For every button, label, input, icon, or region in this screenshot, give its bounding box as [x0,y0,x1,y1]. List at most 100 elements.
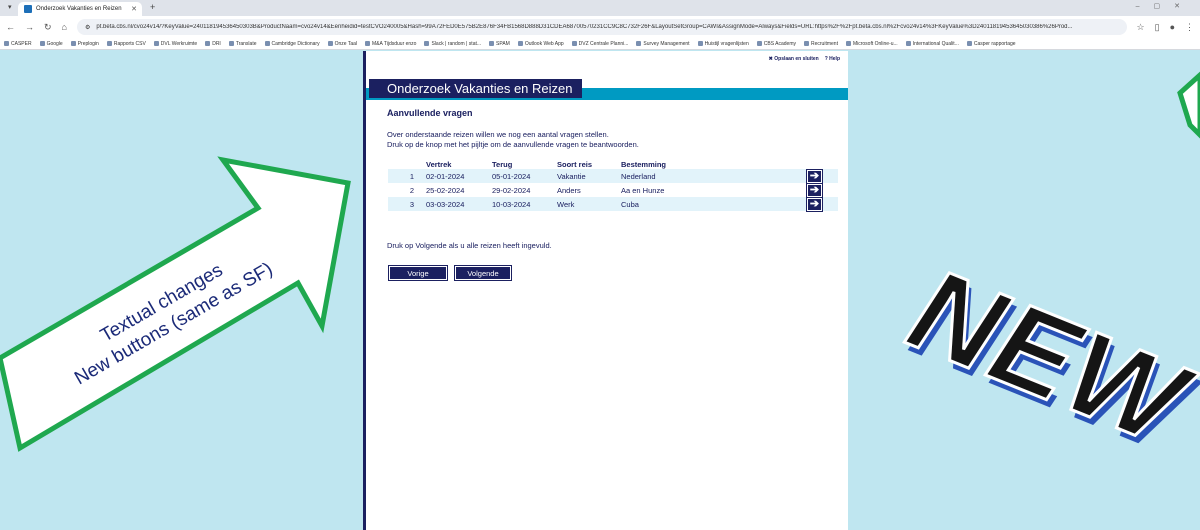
close-tab-icon[interactable]: ✕ [131,5,137,13]
bookmark-item[interactable]: Google [39,41,63,47]
browser-tab[interactable]: Onderzoek Vakanties en Reizen ✕ [18,2,142,16]
bookmark-label: Recruitment [811,40,838,47]
bookmark-favicon-icon [804,41,809,46]
bookmark-favicon-icon [489,41,495,46]
bookmark-item[interactable]: Huistijl vragenlijsten [697,41,749,47]
bookmark-label: DRI [212,40,221,47]
bookmark-item[interactable]: SPAM [489,41,510,47]
bookmark-label: DVL Werkruimte [160,40,198,47]
annotation-line-2: New buttons (same as SF) [71,258,277,390]
bookmark-item[interactable]: DRI [205,41,221,47]
bookmark-favicon-icon [636,41,642,46]
bookmark-item[interactable]: DVL Werkruimte [153,40,198,47]
bookmark-favicon-icon [4,41,9,46]
bookmark-label: Onze Taal [334,40,357,47]
bookmark-item[interactable]: Casper rapportage [966,41,1016,47]
cell-terug: 10-03-2024 [492,197,557,211]
cell-soort-reis: Anders [557,183,621,197]
arrow-right-icon[interactable]: ➔ [806,168,823,184]
bookmark-item[interactable]: Rapports CSV [106,41,146,47]
bookmark-item[interactable]: Slack | random | stat... [424,41,481,47]
help-link[interactable]: ? Help [825,56,840,62]
bookmark-item[interactable]: DVZ Centrale Planni... [571,41,628,47]
bookmark-favicon-icon [153,41,159,46]
intro-line-2: Druk op de knop met het pijltje om de aa… [387,140,639,149]
forward-icon[interactable]: → [25,22,34,32]
trips-table: Vertrek Terug Soort reis Bestemming 1 02… [388,160,838,212]
save-and-close-link[interactable]: ✖ Opslaan en sluiten [769,56,819,62]
annotation-line-1: Textual changes [97,259,227,347]
address-bar[interactable]: ⚙ pt.beta.cbs.nl/cvo24v14/?KeyValue=2401… [76,19,1127,35]
site-info-icon[interactable]: ⚙ [85,24,90,31]
bookmark-label: Preplogin [77,40,99,47]
back-icon[interactable]: ← [6,22,15,32]
bookmark-item[interactable]: Survey Management [636,40,690,47]
cell-vertrek: 25-02-2024 [426,183,492,197]
bookmark-item[interactable]: CBS Academy [756,41,796,47]
bookmark-label: International Qualit... [912,40,959,47]
intro-block: Aanvullende vragen Over onderstaande rei… [387,108,837,150]
bookmark-favicon-icon [517,41,523,46]
bookmark-item[interactable]: Preplogin [70,40,99,47]
cell-action: ➔ [806,168,838,184]
bookmark-favicon-icon [264,41,270,46]
bookmark-item[interactable]: M&A Tijdsduur enzo [365,41,416,47]
table-row: 2 25-02-2024 29-02-2024 Anders Aa en Hun… [388,182,838,198]
new-label: NEW [891,242,1200,473]
address-url[interactable]: pt.beta.cbs.nl/cvo24v14/?KeyValue=240118… [96,24,1072,30]
new-tab-icon[interactable]: + [150,2,155,12]
bookmark-item[interactable]: Outlook Web App [517,40,564,47]
bookmark-item[interactable]: Translate [228,40,257,47]
bookmark-favicon-icon [845,41,851,46]
arrow-right-icon[interactable]: ➔ [806,182,823,198]
section-title: Aanvullende vragen [387,108,473,118]
window-controls[interactable]: –▢✕ [1136,2,1194,10]
col-terug: Terug [492,160,513,169]
bookmark-item[interactable]: International Qualit... [905,40,959,47]
bookmark-item[interactable]: Cambridge Dictionary [264,40,320,47]
top-navigation: ✖ Opslaan en sluiten ? Help [769,56,840,62]
reload-icon[interactable]: ↻ [44,22,52,33]
bookmark-favicon-icon [756,41,762,46]
bookmark-favicon-icon [697,41,703,46]
next-button[interactable]: Volgende [454,265,512,281]
sidepanel-icon[interactable]: ▯ [1155,22,1160,33]
cbs-favicon-icon [24,5,32,13]
bookmark-label: Translate [235,40,257,47]
bookmark-item[interactable]: CASPER [4,41,32,47]
navigation-buttons: Vorige Volgende [388,265,512,281]
previous-button[interactable]: Vorige [388,265,448,281]
home-icon[interactable]: ⌂ [62,22,67,32]
profile-icon[interactable]: ● [1170,22,1175,32]
bookmark-star-icon[interactable]: ☆ [1137,22,1145,33]
bookmark-favicon-icon [905,41,911,46]
col-number [388,160,426,169]
bookmark-label: M&A Tijdsduur enzo [372,40,417,47]
col-bestemming: Bestemming [621,160,667,169]
intro-line-1: Over onderstaande reizen willen we nog e… [387,130,609,139]
cell-action: ➔ [806,182,838,198]
bookmark-label: Cambridge Dictionary [271,40,320,47]
bookmark-item[interactable]: Recruitment [804,41,838,47]
cell-vertrek: 02-01-2024 [426,169,492,183]
bookmark-favicon-icon [365,41,370,46]
cell-vertrek: 03-03-2024 [426,197,492,211]
bookmarks-bar: CASPER Google Preplogin Rapports CSV DVL Wer… [0,38,1200,50]
bookmark-item[interactable]: Onze Taal [327,40,357,47]
bookmark-favicon-icon [70,41,76,46]
bookmark-favicon-icon [39,41,45,46]
bookmark-item[interactable]: Microsoft Online-u... [845,41,898,47]
menu-icon[interactable]: ⋮ [1185,22,1194,33]
tab-search-icon[interactable]: ▾ [8,3,12,11]
tab-strip: ▾ Onderzoek Vakanties en Reizen ✕ + –▢✕ [0,0,1200,16]
bookmark-label: SPAM [496,40,510,47]
cell-terug: 29-02-2024 [492,183,557,197]
arrow-right-icon[interactable]: ➔ [806,196,823,212]
col-soort-reis: Soort reis [557,160,593,169]
bookmark-label: Survey Management [643,40,690,47]
green-arrow-right-partial [1177,71,1200,139]
bookmark-favicon-icon [106,41,112,46]
table-row: 3 03-03-2024 10-03-2024 Werk Cuba ➔ [388,196,838,212]
bookmark-label: Outlook Web App [524,40,564,47]
browser-toolbar: ← → ↻ ⌂ ⚙ pt.beta.cbs.nl/cvo24v14/?KeyVa… [0,16,1200,38]
